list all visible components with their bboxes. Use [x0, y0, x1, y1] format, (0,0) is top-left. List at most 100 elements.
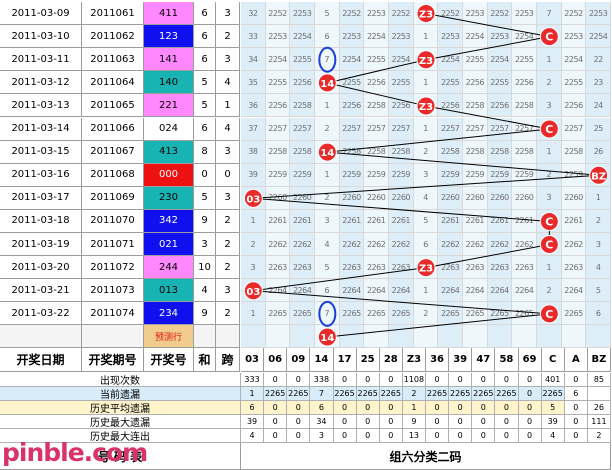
stat-value: 85 — [587, 373, 611, 387]
grid-cell: 2260 — [561, 186, 587, 210]
draw-number: 244 — [144, 256, 194, 280]
stat-value: 0 — [333, 373, 357, 387]
grid-cell — [315, 71, 340, 95]
draw-span: 3 — [216, 279, 240, 303]
draw-span: 4 — [216, 71, 240, 95]
stat-value: 0 — [287, 415, 311, 429]
stat-value: 0 — [518, 387, 542, 401]
grid-cell: 2265 — [487, 302, 513, 326]
grid-cell: 33 — [241, 25, 266, 49]
grid-cell — [537, 302, 562, 326]
draw-issue: 2011066 — [82, 117, 144, 141]
grid-cell: 2261 — [364, 209, 389, 233]
column-header: 09 — [287, 348, 311, 372]
predict-grid-cell — [438, 325, 463, 349]
grid-cell: 7 — [315, 48, 340, 72]
stat-value: 2265 — [287, 387, 311, 401]
grid-cell: 2263 — [290, 256, 315, 280]
grid-cell: 2260 — [290, 186, 315, 210]
draw-date: 2011-03-17 — [0, 186, 82, 210]
stat-value: 401 — [541, 373, 565, 387]
stat-label: 出现次数 — [0, 373, 241, 387]
draw-span: 3 — [216, 140, 240, 164]
stat-value: 0 — [264, 429, 288, 443]
stat-value: 4 — [241, 429, 265, 443]
column-header: 39 — [449, 348, 473, 372]
column-header: A — [564, 348, 588, 372]
draw-sum: 6 — [194, 25, 216, 49]
grid-cell: 2 — [413, 302, 439, 326]
stat-value: 39 — [541, 415, 565, 429]
grid-cell: 5 — [315, 256, 340, 280]
grid-cell: 4 — [315, 233, 340, 257]
draw-date: 2011-03-10 — [0, 25, 82, 49]
grid-cell: 2263 — [561, 256, 587, 280]
grid-cell: 2263 — [438, 256, 463, 280]
stat-value: 7 — [310, 387, 334, 401]
column-header: 58 — [495, 348, 519, 372]
predict-label: 预测行 — [144, 325, 194, 349]
column-header: 14 — [310, 348, 334, 372]
draw-sum: 6 — [194, 48, 216, 72]
grid-cell: 2262 — [438, 233, 463, 257]
stat-value: 6 — [241, 401, 265, 415]
grid-cell: 3 — [537, 186, 562, 210]
draw-number: 140 — [144, 71, 194, 95]
grid-cell: 2260 — [512, 186, 537, 210]
grid-cell: 4 — [586, 256, 611, 280]
stat-value: 0 — [449, 373, 473, 387]
grid-cell: 2261 — [339, 209, 365, 233]
predict-cell — [194, 325, 216, 349]
header-span: 跨 — [216, 348, 240, 372]
grid-cell: 3 — [537, 94, 562, 118]
stat-value: 0 — [333, 429, 357, 443]
grid-cell: 2264 — [561, 279, 587, 303]
grid-cell: 4 — [413, 186, 439, 210]
grid-cell: 1 — [413, 25, 439, 49]
draw-sum: 6 — [194, 117, 216, 141]
grid-cell: 2 — [413, 140, 439, 164]
grid-cell: 2262 — [265, 233, 291, 257]
stat-value: 0 — [495, 373, 519, 387]
grid-cell: 1 — [241, 209, 266, 233]
grid-cell: 2258 — [463, 140, 488, 164]
stat-value: 0 — [264, 415, 288, 429]
grid-cell: 6 — [315, 25, 340, 49]
grid-cell: 2260 — [463, 186, 488, 210]
stat-value: 0 — [287, 373, 311, 387]
grid-cell: 2254 — [339, 48, 365, 72]
grid-cell: 2257 — [512, 117, 537, 141]
draw-date: 2011-03-14 — [0, 117, 82, 141]
grid-cell: 5 — [315, 2, 340, 26]
grid-cell: 2263 — [339, 256, 365, 280]
grid-cell: 39 — [241, 163, 266, 187]
draw-number: 221 — [144, 94, 194, 118]
predict-grid-cell — [512, 325, 537, 349]
grid-cell: 2253 — [389, 25, 414, 49]
draw-issue: 2011074 — [82, 302, 144, 326]
stat-value: 0 — [287, 401, 311, 415]
grid-cell: 2258 — [389, 140, 414, 164]
stat-value: 0 — [564, 401, 588, 415]
grid-cell: 2265 — [438, 302, 463, 326]
draw-sum: 4 — [194, 279, 216, 303]
grid-cell: 2 — [537, 279, 562, 303]
grid-cell — [241, 279, 266, 303]
grid-cell — [413, 256, 439, 280]
predict-grid-cell — [241, 325, 266, 349]
grid-cell: 2262 — [290, 233, 315, 257]
predict-grid-cell — [487, 325, 513, 349]
draw-date: 2011-03-11 — [0, 48, 82, 72]
draw-date: 2011-03-20 — [0, 256, 82, 280]
draw-sum: 5 — [194, 186, 216, 210]
stat-value: 1 — [241, 387, 265, 401]
grid-cell: 2265 — [561, 302, 587, 326]
draw-sum: 0 — [194, 163, 216, 187]
draw-span: 3 — [216, 186, 240, 210]
predict-grid-cell — [339, 325, 365, 349]
grid-cell: 2252 — [561, 2, 587, 26]
grid-cell: 2262 — [512, 233, 537, 257]
column-header: 25 — [356, 348, 380, 372]
column-header: 17 — [333, 348, 357, 372]
stat-value: 3 — [310, 429, 334, 443]
